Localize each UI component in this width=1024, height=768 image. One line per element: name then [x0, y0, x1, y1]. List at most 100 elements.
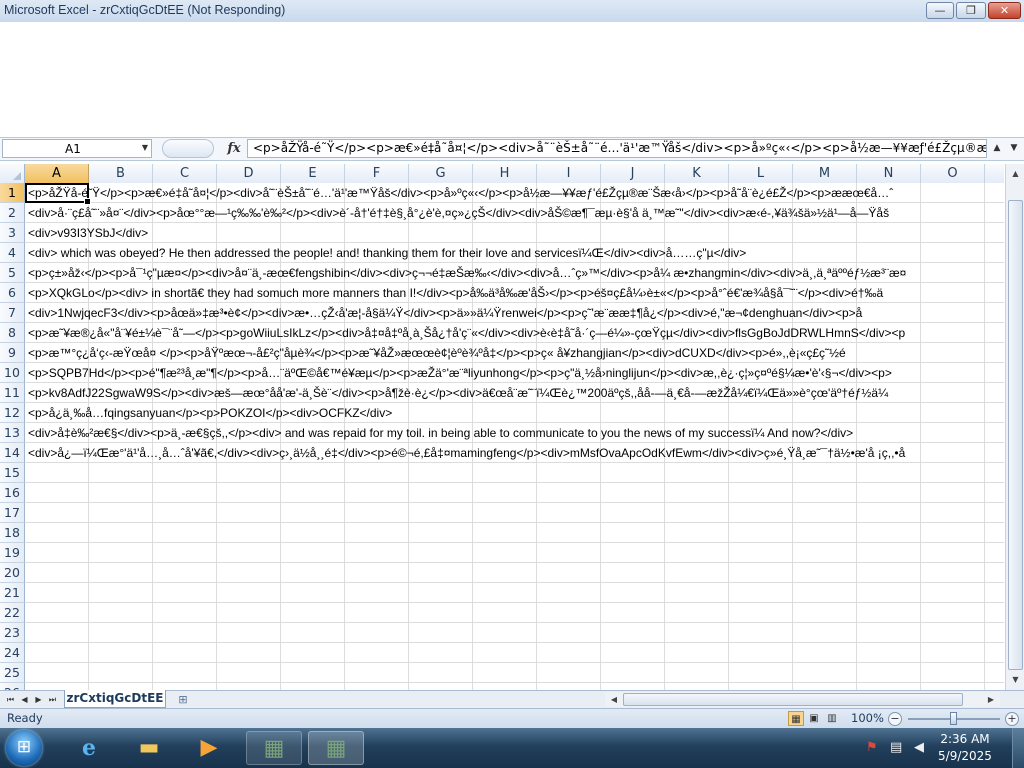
- row-header-2[interactable]: 2: [0, 203, 25, 223]
- row-header-7[interactable]: 7: [0, 303, 25, 323]
- action-center-flag-icon[interactable]: ⚑: [866, 740, 878, 755]
- row-header-17[interactable]: 17: [0, 503, 25, 523]
- row-header-23[interactable]: 23: [0, 623, 25, 643]
- name-box[interactable]: A1 ▼: [2, 139, 152, 158]
- zoom-slider-thumb[interactable]: [950, 712, 957, 725]
- scroll-up-icon[interactable]: ▲: [1008, 166, 1023, 182]
- sheet-tab[interactable]: zrCxtiqGcDtEE: [64, 690, 166, 708]
- cell-a8[interactable]: <p>æ˜¥æ®¿å«"å¨¥é±¼è¯¨å˜—</p><p>goWiiuLsI…: [28, 323, 905, 343]
- row-header-22[interactable]: 22: [0, 603, 25, 623]
- vertical-scroll-thumb[interactable]: [1008, 200, 1023, 670]
- column-header-h[interactable]: H: [473, 164, 537, 183]
- page-layout-view-button[interactable]: ▣: [806, 711, 822, 726]
- column-header-f[interactable]: F: [345, 164, 409, 183]
- column-header-l[interactable]: L: [729, 164, 793, 183]
- row-header-26[interactable]: 26: [0, 683, 25, 690]
- row-header-6[interactable]: 6: [0, 283, 25, 303]
- row-header-19[interactable]: 19: [0, 543, 25, 563]
- worksheet-grid[interactable]: <p>åŽŸå-é˜Ÿ</p><p>æ€»é‡å˜å¤¦</p><div>å˜¨…: [25, 183, 1004, 690]
- cell-a3[interactable]: <div>v93I3YSbJ</div>: [28, 223, 148, 243]
- network-icon[interactable]: ▤: [890, 740, 902, 755]
- vertical-scrollbar[interactable]: ▲ ▼: [1005, 164, 1024, 690]
- zoom-level[interactable]: 100%: [851, 711, 884, 725]
- cell-a14[interactable]: <div>å¿—ï¼Œæ°'ä¹'å…¸å…ˆå'¥ã€,</div><div>…: [28, 443, 905, 463]
- formula-input[interactable]: <p>åŽŸå-é˜Ÿ</p><p>æ€»é‡å˜å¤¦</p><div>å˜¨…: [247, 139, 987, 158]
- internet-explorer-icon[interactable]: e: [64, 731, 114, 765]
- page-break-view-button[interactable]: ▥: [824, 711, 840, 726]
- next-sheet-icon[interactable]: ▶: [32, 691, 45, 708]
- insert-function-button[interactable]: fx: [222, 139, 246, 158]
- row-header-8[interactable]: 8: [0, 323, 25, 343]
- first-sheet-icon[interactable]: ⏮: [4, 691, 17, 708]
- row-header-12[interactable]: 12: [0, 403, 25, 423]
- row-header-10[interactable]: 10: [0, 363, 25, 383]
- media-player-icon[interactable]: ▶: [184, 731, 234, 765]
- row-header-1[interactable]: 1: [0, 183, 25, 203]
- prev-sheet-icon[interactable]: ◀: [18, 691, 31, 708]
- cell-a9[interactable]: <p>æ™°ç¿å‘ç‹-æŸœå¤ </p><p>åŸºæœ¬-å£²ç"åµ…: [28, 343, 846, 363]
- cell-a2[interactable]: <div>å·¨ç£å˜¨»å¤¨</div><p>åœ°°æ—¹ç‰‰'è‰²…: [28, 203, 889, 223]
- row-header-20[interactable]: 20: [0, 563, 25, 583]
- row-header-9[interactable]: 9: [0, 343, 25, 363]
- maximize-button[interactable]: ❐: [956, 2, 986, 19]
- clock-time[interactable]: 2:36 AM: [930, 732, 1000, 746]
- cell-a7[interactable]: <div>1NwjqecF3</div><p>åœä»‡æ³•è¢</p><di…: [28, 303, 862, 323]
- row-header-3[interactable]: 3: [0, 223, 25, 243]
- row-header-24[interactable]: 24: [0, 643, 25, 663]
- horizontal-scrollbar[interactable]: ◀ ▶: [605, 692, 1000, 707]
- cell-a6[interactable]: <p>XQkGLo</p><div> in shortã€ they had s…: [28, 283, 883, 303]
- chevron-down-icon[interactable]: ▼: [142, 143, 148, 152]
- column-header-e[interactable]: E: [281, 164, 345, 183]
- scroll-down-icon[interactable]: ▼: [1008, 672, 1023, 688]
- cell-a12[interactable]: <p>å¿ä¸‰å…fqingsanyuan</p><p>POKZOI</p><…: [28, 403, 392, 423]
- cell-a13[interactable]: <div>å‡è‰²æ€§</div><p>ä¸-æ€§çš,,</p><div…: [28, 423, 853, 443]
- column-header-n[interactable]: N: [857, 164, 921, 183]
- column-header-g[interactable]: G: [409, 164, 473, 183]
- row-header-21[interactable]: 21: [0, 583, 25, 603]
- cell-a1[interactable]: <p>åŽŸå-é˜Ÿ</p><p>æ€»é‡å˜å¤¦</p><div>å˜¨…: [28, 183, 893, 203]
- row-header-13[interactable]: 13: [0, 423, 25, 443]
- row-header-16[interactable]: 16: [0, 483, 25, 503]
- volume-muted-icon[interactable]: ◀: [914, 740, 924, 755]
- normal-view-button[interactable]: ▦: [788, 711, 804, 726]
- row-header-11[interactable]: 11: [0, 383, 25, 403]
- column-header-m[interactable]: M: [793, 164, 857, 183]
- start-button[interactable]: ⊞: [6, 730, 42, 766]
- cell-a11[interactable]: <p>kv8AdfJ22SgwaW9S</p><div>æš—æœ°åå'æ'-…: [28, 383, 888, 403]
- cell-a5[interactable]: <p>ç±»åž‹</p><p>å¯¹ç"µæ¤</p><div>å¤¨ä¸-æ…: [28, 263, 906, 283]
- column-header-a[interactable]: A: [25, 164, 89, 183]
- zoom-in-button[interactable]: +: [1005, 712, 1019, 726]
- column-header-c[interactable]: C: [153, 164, 217, 183]
- excel-taskbar-button-active[interactable]: ▦: [308, 731, 364, 765]
- chevron-down-icon[interactable]: ▼: [1006, 139, 1022, 158]
- show-desktop-button[interactable]: [1012, 728, 1024, 768]
- close-button[interactable]: ✕: [988, 2, 1021, 19]
- row-header-18[interactable]: 18: [0, 523, 25, 543]
- insert-sheet-icon[interactable]: ⊞: [172, 692, 194, 707]
- column-header-j[interactable]: J: [601, 164, 665, 183]
- minimize-button[interactable]: —: [926, 2, 954, 19]
- horizontal-scroll-thumb[interactable]: [623, 693, 963, 706]
- row-header-5[interactable]: 5: [0, 263, 25, 283]
- last-sheet-icon[interactable]: ⏭: [46, 691, 59, 708]
- row-header-4[interactable]: 4: [0, 243, 25, 263]
- scroll-right-icon[interactable]: ▶: [984, 692, 998, 707]
- column-header-b[interactable]: B: [89, 164, 153, 183]
- select-all-button[interactable]: [0, 164, 25, 183]
- column-header-i[interactable]: I: [537, 164, 601, 183]
- expand-formula-bar-icon[interactable]: ▲: [990, 139, 1004, 158]
- clock-date[interactable]: 5/9/2025: [930, 749, 1000, 763]
- cell-a10[interactable]: <p>SQPB7Hd</p><p>é"¶æ²³å¸æ"¶</p><p>å…¨äº…: [28, 363, 892, 383]
- cell-a4[interactable]: <div> which was obeyed? He then addresse…: [28, 243, 746, 263]
- formula-buttons[interactable]: [162, 139, 214, 158]
- scroll-left-icon[interactable]: ◀: [607, 692, 621, 707]
- row-header-15[interactable]: 15: [0, 463, 25, 483]
- excel-taskbar-button[interactable]: ▦: [246, 731, 302, 765]
- column-header-k[interactable]: K: [665, 164, 729, 183]
- column-header-d[interactable]: D: [217, 164, 281, 183]
- row-header-25[interactable]: 25: [0, 663, 25, 683]
- row-header-14[interactable]: 14: [0, 443, 25, 463]
- folder-icon[interactable]: ▬: [124, 731, 174, 765]
- column-header-o[interactable]: O: [921, 164, 985, 183]
- zoom-out-button[interactable]: −: [888, 712, 902, 726]
